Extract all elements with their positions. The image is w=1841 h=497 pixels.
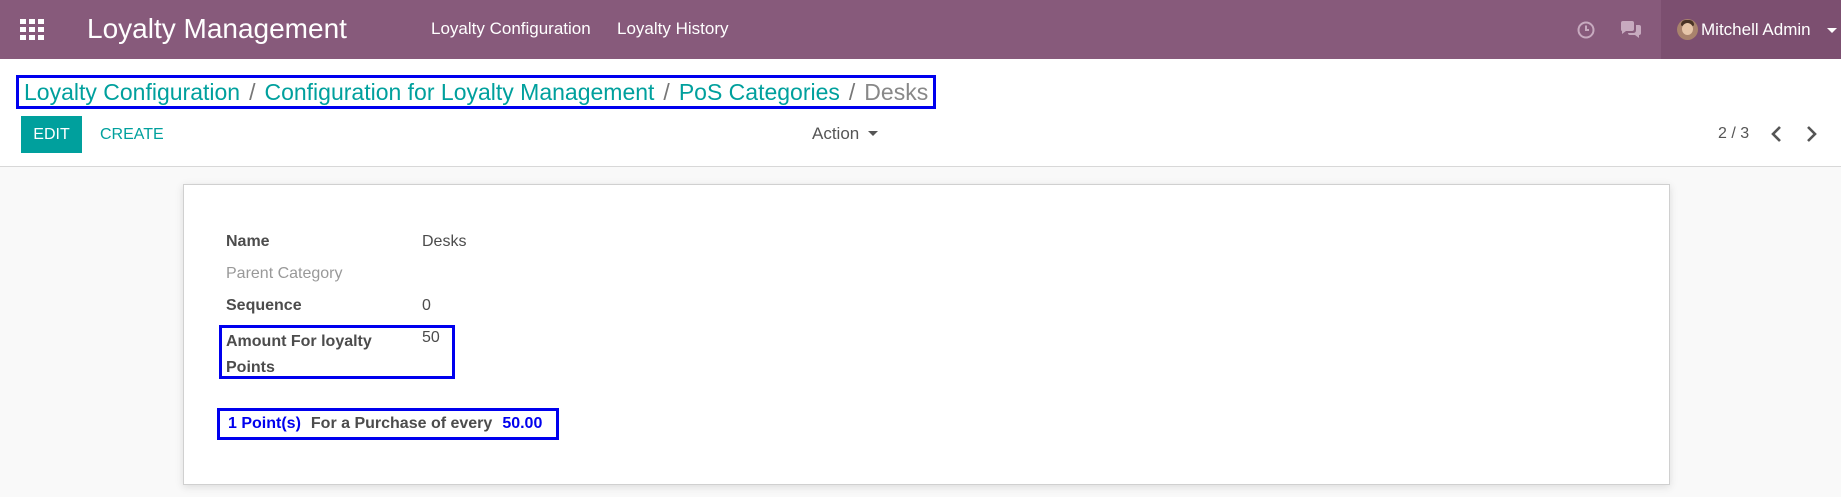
amount-for-loyalty-points-value: 50 (422, 329, 440, 346)
loyalty-points-summary: 1 Point(s) For a Purchase of every 50.00 (217, 408, 559, 440)
breadcrumb-item-pos-categories[interactable]: PoS Categories (679, 79, 840, 105)
caret-down-icon (1827, 28, 1837, 33)
points-value: 1 Point(s) (228, 415, 301, 432)
purchase-amount: 50.00 (502, 415, 543, 432)
breadcrumb-item-configuration[interactable]: Configuration for Loyalty Management (264, 79, 654, 105)
chevron-left-icon[interactable] (1769, 124, 1785, 144)
caret-down-icon (868, 131, 879, 136)
name-label: Name (226, 233, 270, 250)
edit-button[interactable]: EDIT (21, 116, 82, 153)
breadcrumb: Loyalty Configuration / Configuration for … (16, 75, 937, 109)
chevron-right-icon[interactable] (1803, 124, 1819, 144)
sequence-value: 0 (422, 297, 431, 314)
user-name: Mitchell Admin (1701, 20, 1811, 39)
breadcrumb-separator: / (249, 79, 256, 105)
top-navbar: Loyalty Management Loyalty Configuration… (0, 0, 1841, 59)
action-label: Action (812, 124, 860, 143)
create-button[interactable]: CREATE (100, 116, 164, 153)
app-title: Loyalty Management (87, 13, 347, 44)
menu-loyalty-history[interactable]: Loyalty History (617, 19, 728, 39)
name-value: Desks (422, 233, 467, 250)
action-dropdown[interactable]: Action (812, 124, 879, 144)
pager-value[interactable]: 2 / 3 (1718, 125, 1749, 143)
form-sheet: Name Desks Parent Category Sequence 0 Am… (183, 184, 1670, 485)
amount-for-loyalty-points-label: Amount For loyalty Points (226, 333, 372, 376)
avatar (1677, 19, 1698, 40)
clock-icon[interactable] (1576, 20, 1596, 40)
breadcrumb-separator: / (848, 79, 856, 105)
menu-loyalty-configuration[interactable]: Loyalty Configuration (431, 19, 591, 39)
user-menu[interactable]: Mitchell Admin (1661, 0, 1841, 59)
breadcrumb-separator: / (663, 79, 670, 105)
breadcrumb-item-loyalty-configuration[interactable]: Loyalty Configuration (24, 79, 240, 105)
breadcrumb-current: Desks (864, 79, 929, 105)
sequence-label: Sequence (226, 297, 302, 314)
chat-icon[interactable] (1619, 20, 1643, 40)
control-panel: Loyalty Configuration / Configuration for … (0, 59, 1841, 167)
apps-grid-icon[interactable] (20, 19, 44, 41)
parent-category-label: Parent Category (226, 265, 343, 282)
points-description: For a Purchase of every (310, 415, 493, 432)
